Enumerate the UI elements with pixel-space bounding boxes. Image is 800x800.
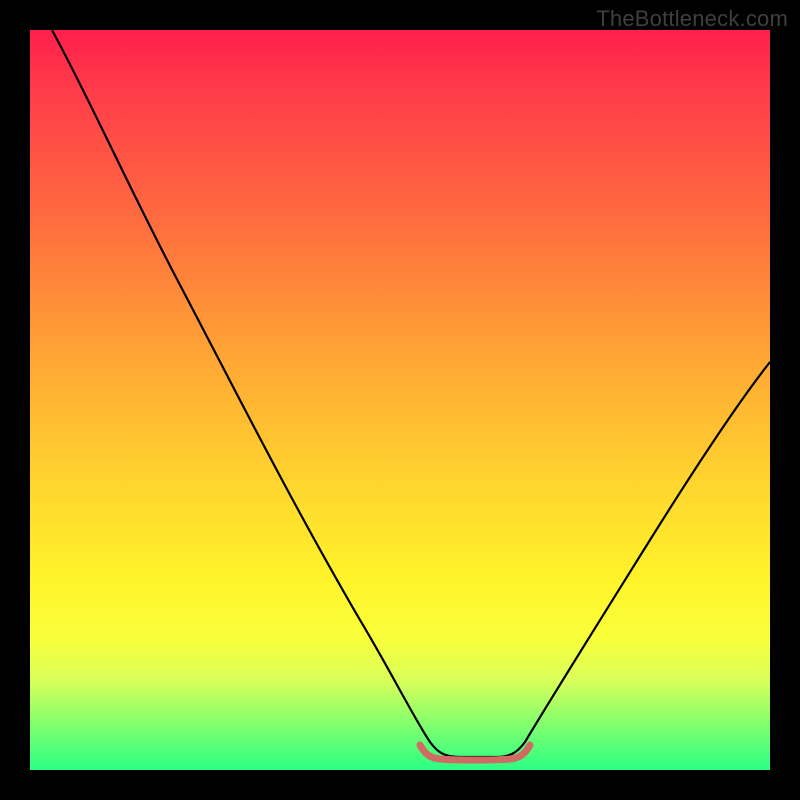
curve-svg xyxy=(30,30,770,770)
watermark-text: TheBottleneck.com xyxy=(596,6,788,32)
bottleneck-curve xyxy=(52,30,770,757)
chart-frame: TheBottleneck.com xyxy=(0,0,800,800)
plot-area xyxy=(30,30,770,770)
